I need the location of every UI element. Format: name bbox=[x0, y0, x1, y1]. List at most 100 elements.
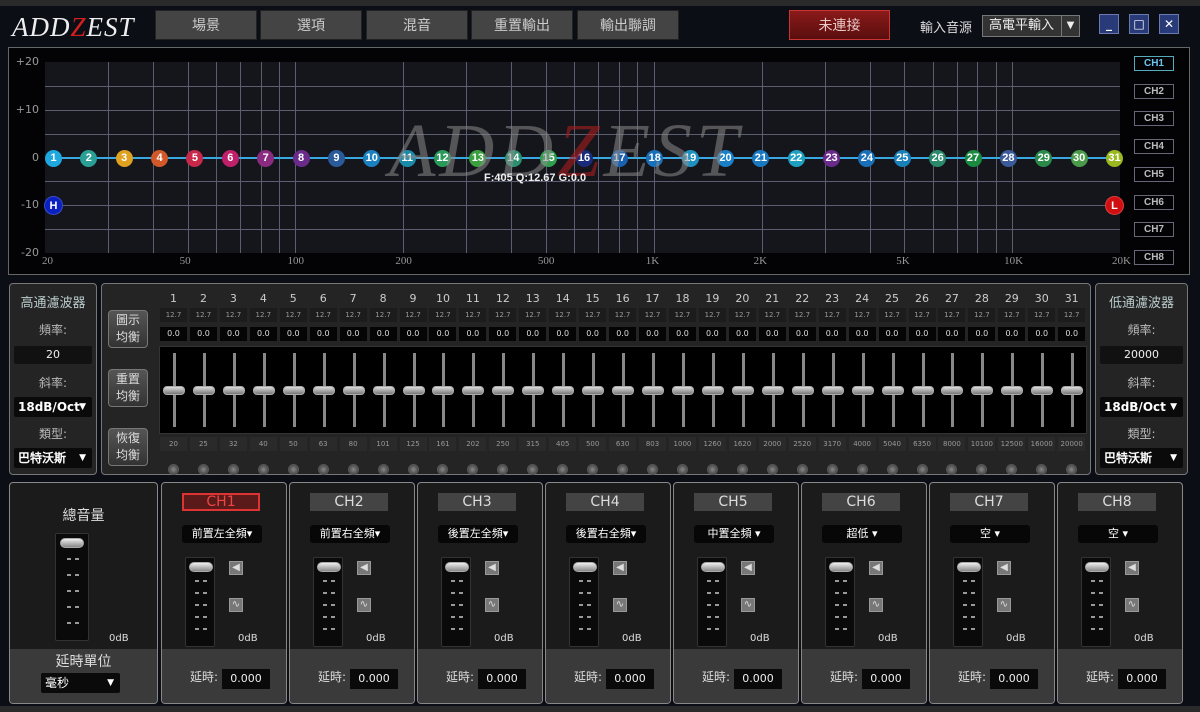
band-freq-input[interactable]: 32 bbox=[219, 437, 247, 451]
graph-channel-ch6[interactable]: CH6 bbox=[1134, 194, 1174, 210]
eq-band-node[interactable]: 23 bbox=[823, 149, 841, 167]
band-gain-input[interactable]: 0.0 bbox=[459, 327, 487, 341]
band-q-input[interactable]: 12.7 bbox=[818, 308, 846, 322]
band-gain-input[interactable]: 0.0 bbox=[818, 327, 846, 341]
delay-input[interactable]: 0.000 bbox=[990, 669, 1038, 689]
band-gain-input[interactable]: 0.0 bbox=[519, 327, 547, 341]
band-q-input[interactable]: 12.7 bbox=[549, 308, 577, 322]
band-knob[interactable] bbox=[796, 464, 808, 475]
band-q-input[interactable]: 12.7 bbox=[249, 308, 277, 322]
band-q-input[interactable]: 12.7 bbox=[459, 308, 487, 322]
band-gain-input[interactable]: 0.0 bbox=[968, 327, 996, 341]
eq-band-node[interactable]: 22 bbox=[787, 149, 805, 167]
eq-band-node[interactable]: 25 bbox=[893, 149, 911, 167]
eq-band-node[interactable]: 3 bbox=[115, 149, 133, 167]
band-freq-input[interactable]: 25 bbox=[189, 437, 217, 451]
graph-channel-ch3[interactable]: CH3 bbox=[1134, 111, 1174, 127]
channel-route-select[interactable]: 後置右全頻▾ bbox=[566, 525, 646, 543]
channel-route-select[interactable]: 空 ▾ bbox=[1078, 525, 1158, 543]
band-freq-input[interactable]: 16000 bbox=[1028, 437, 1056, 451]
band-knob[interactable] bbox=[647, 464, 659, 475]
eq-band-node[interactable]: 26 bbox=[929, 149, 947, 167]
band-q-input[interactable]: 12.7 bbox=[878, 308, 906, 322]
band-knob[interactable] bbox=[856, 464, 868, 475]
band-knob[interactable] bbox=[557, 464, 569, 475]
band-knob[interactable] bbox=[976, 464, 988, 475]
band-knob[interactable] bbox=[617, 464, 629, 475]
fader-thumb[interactable] bbox=[445, 562, 469, 572]
channel-label[interactable]: CH2 bbox=[310, 493, 388, 511]
band-freq-input[interactable]: 315 bbox=[519, 437, 547, 451]
channel-route-select[interactable]: 空 ▾ bbox=[950, 525, 1030, 543]
band-q-input[interactable]: 12.7 bbox=[309, 308, 337, 322]
band-gain-input[interactable]: 0.0 bbox=[609, 327, 637, 341]
band-gain-input[interactable]: 0.0 bbox=[639, 327, 667, 341]
channel-volume-fader[interactable] bbox=[569, 557, 599, 647]
band-gain-input[interactable]: 0.0 bbox=[160, 327, 187, 341]
mute-speaker-icon[interactable]: ◀ bbox=[357, 561, 371, 575]
band-freq-input[interactable]: 630 bbox=[609, 437, 637, 451]
band-freq-input[interactable]: 250 bbox=[489, 437, 517, 451]
eq-band-node[interactable]: 9 bbox=[327, 149, 345, 167]
band-gain-input[interactable]: 0.0 bbox=[399, 327, 427, 341]
eq-band-node[interactable]: 29 bbox=[1035, 149, 1053, 167]
band-gain-input[interactable]: 0.0 bbox=[219, 327, 247, 341]
fader-thumb[interactable] bbox=[60, 538, 84, 548]
band-q-input[interactable]: 12.7 bbox=[668, 308, 696, 322]
band-gain-input[interactable]: 0.0 bbox=[908, 327, 936, 341]
phase-invert-icon[interactable]: ∿ bbox=[485, 598, 499, 612]
band-knob[interactable] bbox=[287, 464, 299, 475]
channel-route-select[interactable]: 前置右全頻▾ bbox=[310, 525, 390, 543]
input-source-select[interactable]: 高電平輸入 ▼ bbox=[982, 15, 1080, 37]
graph-channel-ch4[interactable]: CH4 bbox=[1134, 139, 1174, 155]
eq-band-node[interactable]: 21 bbox=[752, 149, 770, 167]
band-knob[interactable] bbox=[826, 464, 838, 475]
band-q-input[interactable]: 12.7 bbox=[279, 308, 307, 322]
menu-mix[interactable]: 混音 bbox=[366, 10, 468, 40]
band-q-input[interactable]: 12.7 bbox=[219, 308, 247, 322]
channel-volume-fader[interactable] bbox=[313, 557, 343, 647]
channel-label[interactable]: CH1 bbox=[182, 493, 260, 511]
band-gain-input[interactable]: 0.0 bbox=[429, 327, 457, 341]
band-freq-input[interactable]: 1620 bbox=[728, 437, 756, 451]
band-freq-input[interactable]: 1260 bbox=[698, 437, 726, 451]
band-knob[interactable] bbox=[407, 464, 419, 475]
eq-band-node[interactable]: 31 bbox=[1106, 149, 1123, 167]
band-gain-input[interactable]: 0.0 bbox=[189, 327, 217, 341]
band-gain-input[interactable]: 0.0 bbox=[848, 327, 876, 341]
band-gain-input[interactable]: 0.0 bbox=[339, 327, 367, 341]
reset-eq-button[interactable]: 重置 均衡 bbox=[108, 369, 148, 407]
band-gain-input[interactable]: 0.0 bbox=[579, 327, 607, 341]
delay-input[interactable]: 0.000 bbox=[1118, 669, 1166, 689]
band-knob[interactable] bbox=[497, 464, 509, 475]
band-knob[interactable] bbox=[736, 464, 748, 475]
channel-label[interactable]: CH8 bbox=[1078, 493, 1156, 511]
channel-volume-fader[interactable] bbox=[697, 557, 727, 647]
band-freq-input[interactable]: 10100 bbox=[968, 437, 996, 451]
eq-band-node[interactable]: 6 bbox=[221, 149, 239, 167]
delay-input[interactable]: 0.000 bbox=[350, 669, 398, 689]
band-q-input[interactable]: 12.7 bbox=[519, 308, 547, 322]
channel-label[interactable]: CH4 bbox=[566, 493, 644, 511]
band-freq-input[interactable]: 161 bbox=[429, 437, 457, 451]
band-q-input[interactable]: 12.7 bbox=[968, 308, 996, 322]
band-freq-input[interactable]: 5040 bbox=[878, 437, 906, 451]
band-knob[interactable] bbox=[377, 464, 389, 475]
eq-band-node[interactable]: 5 bbox=[186, 149, 204, 167]
band-q-input[interactable]: 12.7 bbox=[189, 308, 217, 322]
band-gain-input[interactable]: 0.0 bbox=[279, 327, 307, 341]
band-gain-input[interactable]: 0.0 bbox=[1058, 327, 1086, 341]
band-gain-input[interactable]: 0.0 bbox=[309, 327, 337, 341]
fader-thumb[interactable] bbox=[189, 562, 213, 572]
band-q-input[interactable]: 12.7 bbox=[1028, 308, 1056, 322]
channel-volume-fader[interactable] bbox=[185, 557, 215, 647]
band-freq-input[interactable]: 80 bbox=[339, 437, 367, 451]
band-knob[interactable] bbox=[946, 464, 958, 475]
band-q-input[interactable]: 12.7 bbox=[698, 308, 726, 322]
band-q-input[interactable]: 12.7 bbox=[489, 308, 517, 322]
band-freq-input[interactable]: 50 bbox=[279, 437, 307, 451]
eq-band-node[interactable]: 7 bbox=[257, 149, 275, 167]
lowpass-freq-input[interactable]: 20000 bbox=[1100, 346, 1183, 364]
band-knob[interactable] bbox=[317, 464, 329, 475]
delay-input[interactable]: 0.000 bbox=[478, 669, 526, 689]
